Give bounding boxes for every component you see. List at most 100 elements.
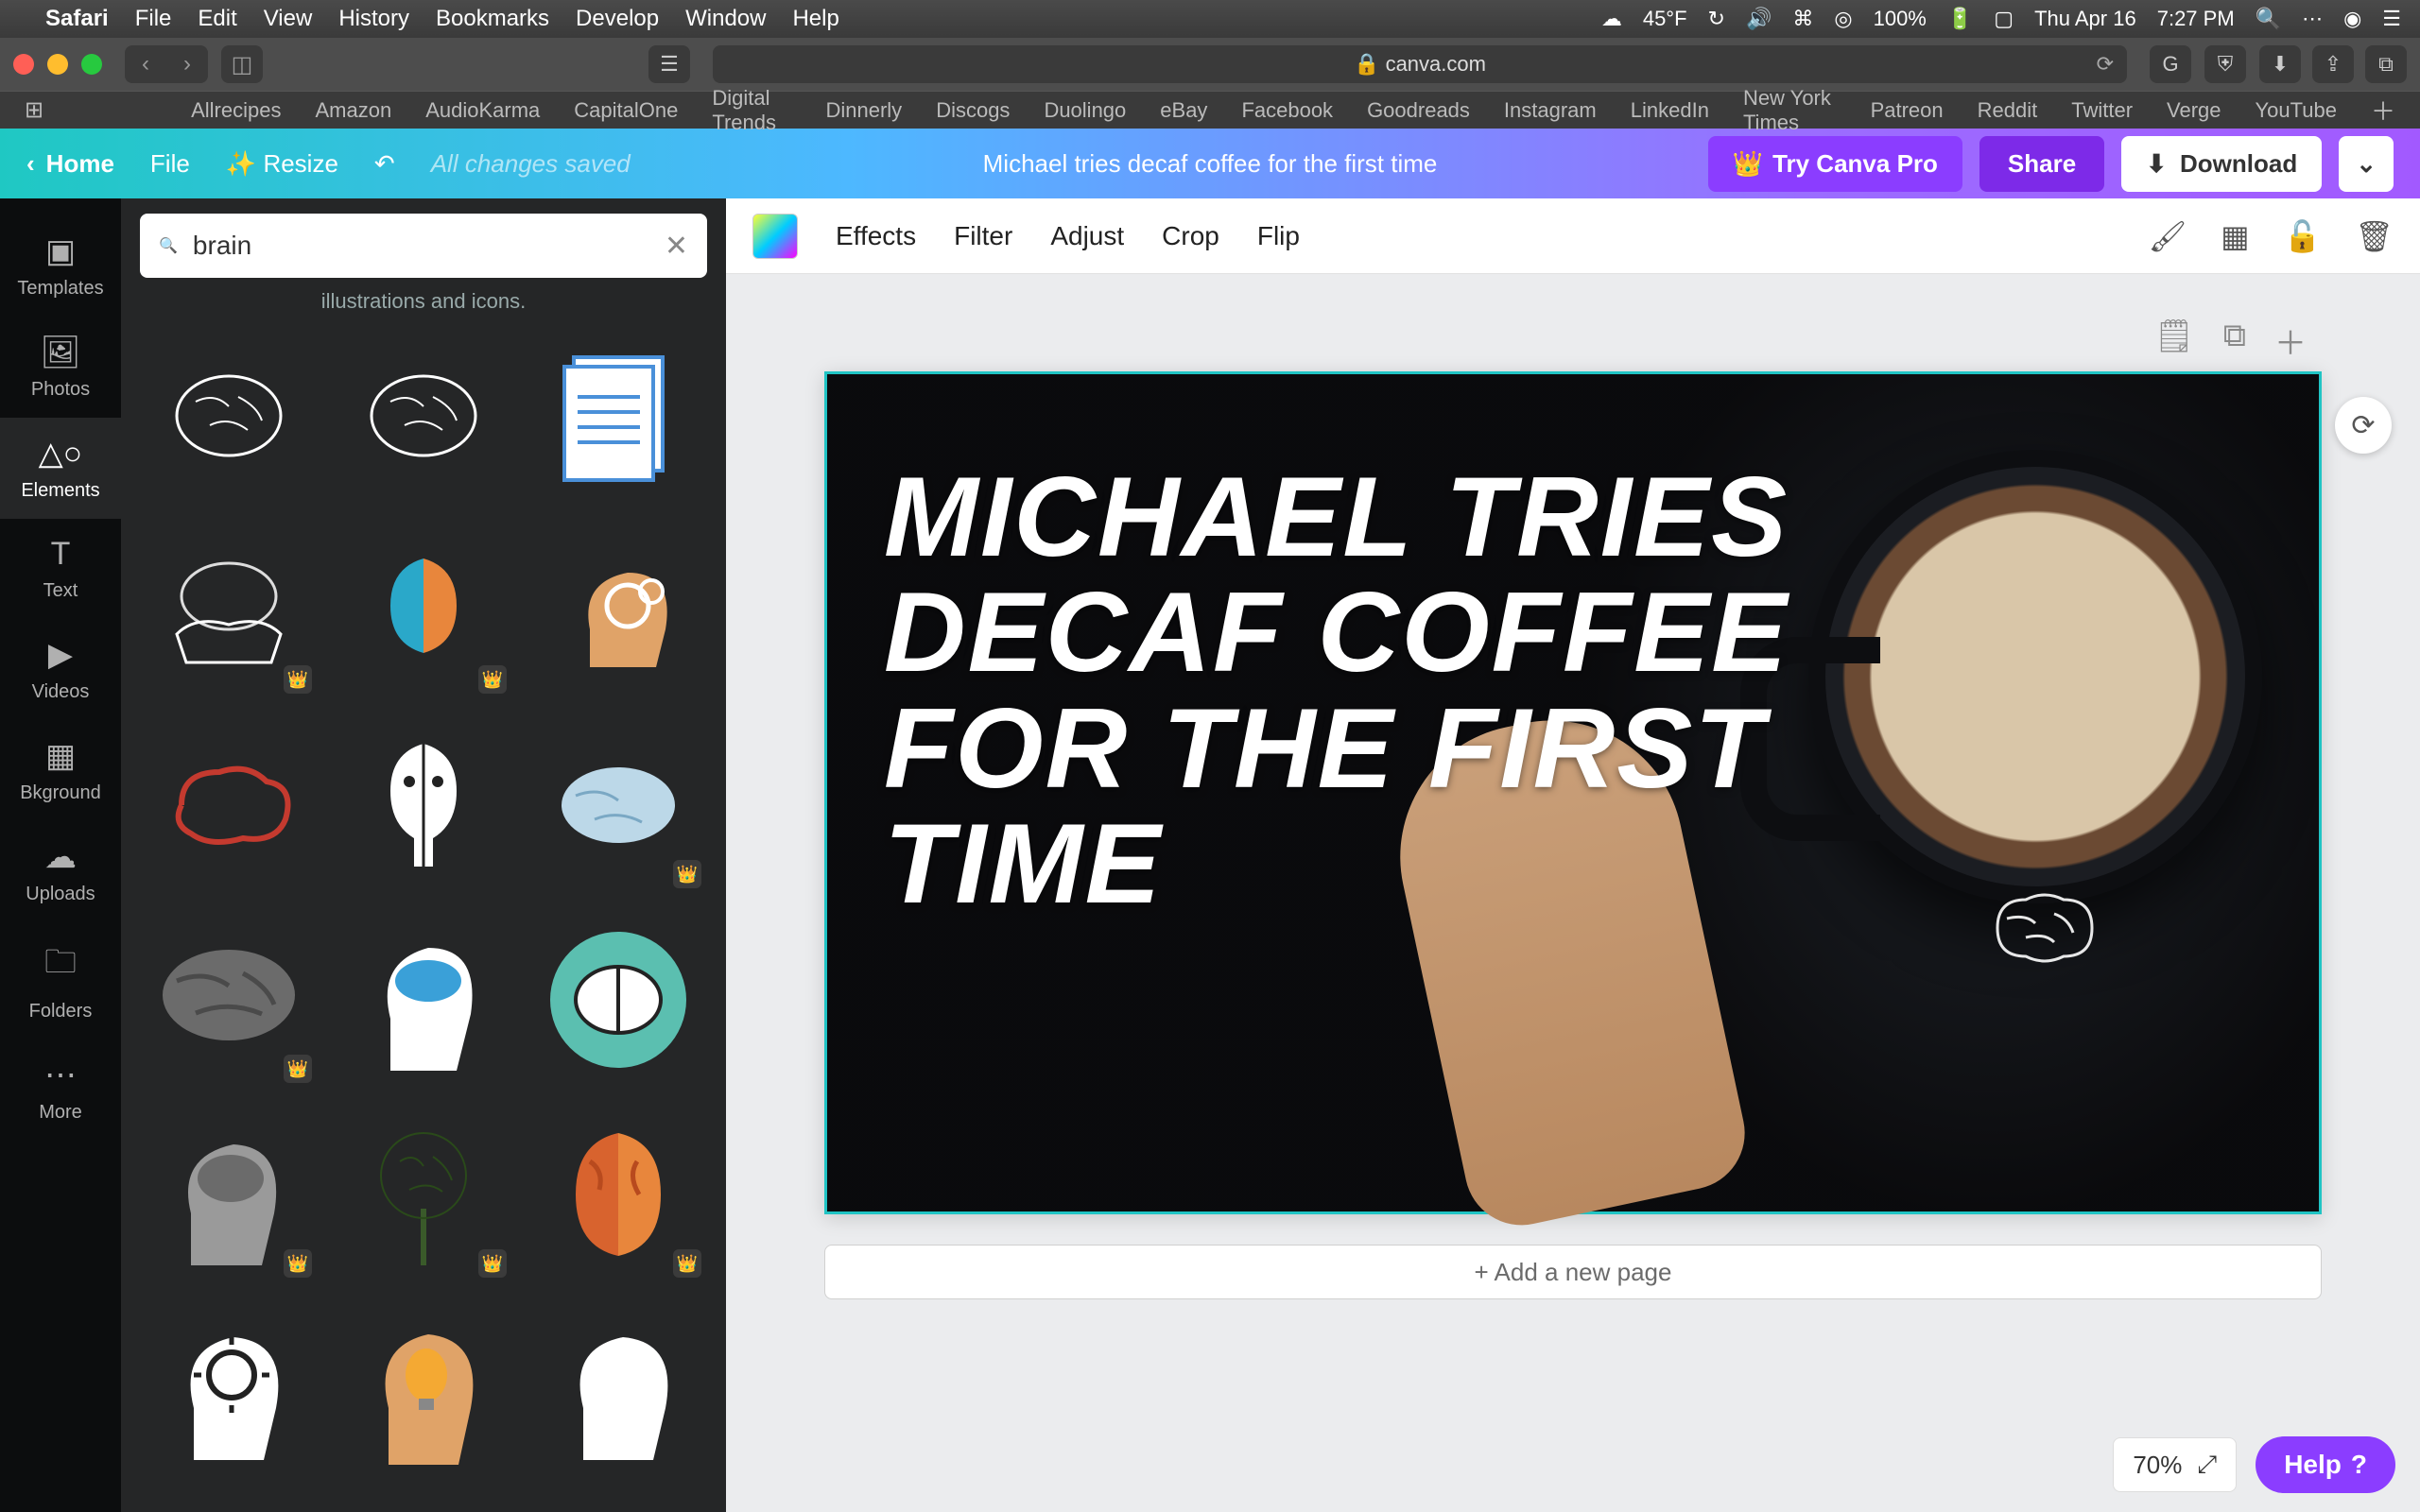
element-brain-circle-teal[interactable] xyxy=(529,911,707,1089)
element-brain-tree[interactable]: 👑 xyxy=(335,1106,512,1283)
weather-icon[interactable]: ☁ xyxy=(1601,7,1622,31)
menu-edit[interactable]: Edit xyxy=(198,6,236,32)
undo-button[interactable]: ↶ xyxy=(374,149,395,179)
headline-text[interactable]: MICHAEL TRIES DECAF COFFEE FOR THE FIRST… xyxy=(884,459,1789,922)
notification-icon[interactable]: ☰ xyxy=(2382,7,2401,31)
obj-item-bkground[interactable]: ▦Bkground xyxy=(0,720,121,821)
clear-search-button[interactable]: ✕ xyxy=(665,230,688,263)
privacy-button[interactable]: ⛨ xyxy=(2204,45,2246,83)
share-button[interactable]: ⇪ xyxy=(2312,45,2354,83)
document-title[interactable]: Michael tries decaf coffee for the first… xyxy=(983,149,1438,179)
battery-icon[interactable]: 🔋 xyxy=(1947,7,1973,31)
download-options-button[interactable]: ⌄ xyxy=(2339,136,2394,192)
regenerate-button[interactable]: ⟳ xyxy=(2335,397,2392,454)
obj-item-templates[interactable]: ▣Templates xyxy=(0,215,121,317)
obj-item-photos[interactable]: 🖼Photos xyxy=(0,317,121,418)
fav-goodreads[interactable]: Goodreads xyxy=(1367,98,1470,123)
element-document-paper[interactable] xyxy=(529,327,707,505)
zoom-window-button[interactable] xyxy=(81,54,102,75)
element-brain-side-outline[interactable] xyxy=(335,327,512,505)
file-menu[interactable]: File xyxy=(150,149,190,179)
add-new-page-button[interactable]: + Add a new page xyxy=(824,1245,2322,1299)
obj-item-uploads[interactable]: ☁Uploads xyxy=(0,821,121,922)
try-pro-button[interactable]: 👑 Try Canva Pro xyxy=(1708,136,1962,192)
element-brain-orange-split[interactable]: 👑 xyxy=(529,1106,707,1283)
obj-item-videos[interactable]: ▶Videos xyxy=(0,619,121,720)
fav-verge[interactable]: Verge xyxy=(2167,98,2221,123)
fav-youtube[interactable]: YouTube xyxy=(2256,98,2337,123)
resize-button[interactable]: ✨ Resize xyxy=(226,149,338,179)
fav-nyt[interactable]: New York Times xyxy=(1743,86,1837,135)
back-button[interactable]: ‹ xyxy=(125,45,166,83)
element-brain-bulb[interactable] xyxy=(335,716,512,894)
menu-bookmarks[interactable]: Bookmarks xyxy=(436,6,549,32)
reader-button[interactable]: ☰ xyxy=(648,45,690,83)
fullscreen-icon[interactable]: ⤢ xyxy=(2197,1450,2217,1480)
volume-icon[interactable]: 🔊 xyxy=(1746,7,1772,31)
close-window-button[interactable] xyxy=(13,54,34,75)
element-brain-grey[interactable]: 👑 xyxy=(140,911,318,1089)
adjust-button[interactable]: Adjust xyxy=(1050,221,1124,251)
menu-history[interactable]: History xyxy=(338,6,409,32)
sidebar-button[interactable]: ◫ xyxy=(221,45,263,83)
fav-reddit[interactable]: Reddit xyxy=(1978,98,2038,123)
fav-patreon[interactable]: Patreon xyxy=(1871,98,1944,123)
control-center-icon[interactable]: ⋯ xyxy=(2302,7,2323,31)
element-head-lightbulb[interactable] xyxy=(335,1300,512,1478)
element-brain-light-blue[interactable]: 👑 xyxy=(529,716,707,894)
dropbox-icon[interactable]: ◎ xyxy=(1834,7,1852,31)
element-head-brain-white[interactable] xyxy=(529,1300,707,1478)
menu-window[interactable]: Window xyxy=(685,6,766,32)
battery-pct[interactable]: 100% xyxy=(1874,7,1927,31)
delete-icon[interactable]: 🗑 xyxy=(2355,218,2394,254)
fav-capitalone[interactable]: CapitalOne xyxy=(574,98,678,123)
element-circuit-pink[interactable] xyxy=(140,1495,318,1497)
fav-discogs[interactable]: Discogs xyxy=(936,98,1010,123)
element-brain-half-color[interactable]: 👑 xyxy=(335,522,512,699)
minimize-window-button[interactable] xyxy=(47,54,68,75)
siri-icon[interactable]: ◉ xyxy=(2343,7,2361,31)
home-button[interactable]: ‹ Home xyxy=(26,149,114,179)
show-favorites-grid-icon[interactable]: ⊞ xyxy=(25,96,43,124)
add-page-icon[interactable]: ＋ xyxy=(2274,318,2307,364)
element-brain-small[interactable] xyxy=(529,1495,707,1497)
menubar-time[interactable]: 7:27 PM xyxy=(2157,7,2235,31)
element-gear-cog[interactable] xyxy=(335,1495,512,1497)
obj-item-folders[interactable]: 🗀Folders xyxy=(0,922,121,1040)
fav-dinnerly[interactable]: Dinnerly xyxy=(825,98,902,123)
fav-ebay[interactable]: eBay xyxy=(1160,98,1207,123)
duplicate-page-icon[interactable]: ⧉ xyxy=(2223,318,2246,364)
fav-amazon[interactable]: Amazon xyxy=(315,98,391,123)
zoom-control[interactable]: 70% ⤢ xyxy=(2113,1437,2237,1492)
fav-digitaltrends[interactable]: Digital Trends xyxy=(712,86,791,135)
crop-button[interactable]: Crop xyxy=(1162,221,1219,251)
fav-twitter[interactable]: Twitter xyxy=(2071,98,2133,123)
image-color-button[interactable] xyxy=(752,214,798,259)
element-brain-outline-top[interactable] xyxy=(140,327,318,505)
flip-button[interactable]: Flip xyxy=(1257,221,1300,251)
fav-facebook[interactable]: Facebook xyxy=(1241,98,1333,123)
paint-roller-icon[interactable]: 🖌 xyxy=(2149,218,2187,254)
stage[interactable]: 🗒 ⧉ ＋ MICHAEL TRIES DECAF COFFEE FOR THE… xyxy=(726,274,2420,1512)
search-input[interactable] xyxy=(193,231,649,261)
spotlight-icon[interactable]: 🔍 xyxy=(2256,7,2281,31)
bluetooth-icon[interactable]: ⌘ xyxy=(1792,7,1813,31)
new-tab-button[interactable]: ＋ xyxy=(2371,93,2395,128)
page-notes-icon[interactable]: 🗒 xyxy=(2154,318,2195,364)
search-box[interactable]: 🔍 ✕ xyxy=(140,214,707,278)
menu-file[interactable]: File xyxy=(135,6,172,32)
app-name[interactable]: Safari xyxy=(45,6,109,32)
filter-button[interactable]: Filter xyxy=(954,221,1012,251)
fav-duolingo[interactable]: Duolingo xyxy=(1044,98,1126,123)
timemachine-icon[interactable]: ↻ xyxy=(1708,7,1725,31)
element-head-gears[interactable] xyxy=(529,522,707,699)
menubar-date[interactable]: Thu Apr 16 xyxy=(2034,7,2136,31)
lock-icon[interactable]: 🔓 xyxy=(2284,218,2322,254)
tabs-button[interactable]: ⧉ xyxy=(2365,45,2407,83)
obj-item-more[interactable]: ⋯More xyxy=(0,1040,121,1141)
weather-temp[interactable]: 45°F xyxy=(1643,7,1687,31)
element-brain-red[interactable] xyxy=(140,716,318,894)
menu-view[interactable]: View xyxy=(264,6,313,32)
element-head-brain-grey[interactable]: 👑 xyxy=(140,1106,318,1283)
brain-element-overlay[interactable] xyxy=(1979,881,2111,975)
